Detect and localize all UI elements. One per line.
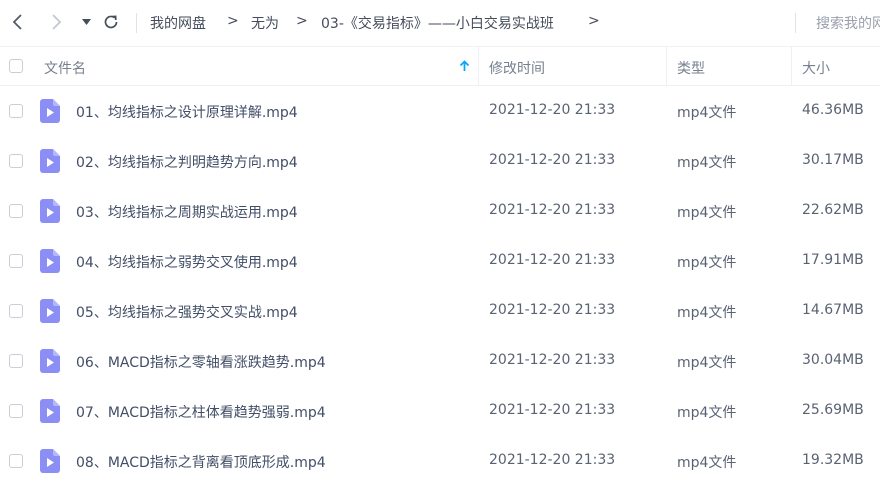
file-modified: 2021-12-20 21:33 (489, 452, 616, 468)
file-size: 22.62MB (802, 202, 864, 218)
column-divider[interactable] (666, 47, 667, 85)
row-checkbox[interactable] (9, 104, 23, 118)
column-divider[interactable] (791, 47, 792, 85)
row-checkbox[interactable] (9, 154, 23, 168)
file-row[interactable]: 03、均线指标之周期实战运用.mp4 2021-12-20 21:33 mp4文… (0, 186, 880, 236)
video-file-icon (40, 199, 60, 223)
file-size: 25.69MB (802, 402, 864, 418)
column-divider[interactable] (478, 47, 479, 85)
file-size: 30.04MB (802, 352, 864, 368)
row-checkbox[interactable] (9, 304, 23, 318)
breadcrumb-item-mydrive[interactable]: 我的网盘 (150, 13, 206, 33)
row-checkbox[interactable] (9, 204, 23, 218)
file-type: mp4文件 (677, 405, 737, 421)
file-modified: 2021-12-20 21:33 (489, 402, 616, 418)
back-button[interactable] (8, 12, 28, 32)
video-file-icon (40, 399, 60, 423)
file-modified: 2021-12-20 21:33 (489, 152, 616, 168)
file-type: mp4文件 (677, 305, 737, 321)
file-row[interactable]: 01、均线指标之设计原理详解.mp4 2021-12-20 21:33 mp4文… (0, 86, 880, 136)
file-list-header: 文件名 修改时间 类型 大小 (0, 46, 880, 86)
file-modified: 2021-12-20 21:33 (489, 202, 616, 218)
file-type: mp4文件 (677, 455, 737, 471)
file-row[interactable]: 04、均线指标之弱势交叉使用.mp4 2021-12-20 21:33 mp4文… (0, 236, 880, 286)
column-header-name[interactable]: 文件名 (44, 58, 86, 78)
breadcrumb-item-wuwei[interactable]: 无为 (251, 13, 279, 33)
row-checkbox[interactable] (9, 254, 23, 268)
chevron-left-icon (12, 14, 22, 30)
file-name[interactable]: 07、MACD指标之柱体看趋势强弱.mp4 (76, 402, 326, 422)
file-size: 46.36MB (802, 102, 864, 118)
breadcrumb-separator: > (296, 13, 308, 29)
file-name[interactable]: 06、MACD指标之零轴看涨跌趋势.mp4 (76, 352, 326, 372)
file-name[interactable]: 03、均线指标之周期实战运用.mp4 (76, 202, 298, 222)
file-size: 30.17MB (802, 152, 864, 168)
file-type: mp4文件 (677, 255, 737, 271)
refresh-icon (104, 15, 118, 29)
file-row[interactable]: 05、均线指标之强势交叉实战.mp4 2021-12-20 21:33 mp4文… (0, 286, 880, 336)
search-input[interactable]: 搜索我的网 (816, 13, 880, 33)
chevron-right-icon (52, 14, 62, 30)
breadcrumb-separator: > (227, 13, 239, 29)
breadcrumb-separator: > (588, 13, 600, 29)
file-type: mp4文件 (677, 205, 737, 221)
row-checkbox[interactable] (9, 454, 23, 468)
history-dropdown[interactable] (79, 14, 93, 30)
toolbar-divider (136, 13, 137, 33)
video-file-icon (40, 249, 60, 273)
row-checkbox[interactable] (9, 404, 23, 418)
file-row[interactable]: 07、MACD指标之柱体看趋势强弱.mp4 2021-12-20 21:33 m… (0, 386, 880, 436)
column-header-type[interactable]: 类型 (677, 58, 705, 78)
file-type: mp4文件 (677, 355, 737, 371)
caret-down-icon (81, 19, 91, 25)
search-divider (795, 13, 796, 33)
row-checkbox[interactable] (9, 354, 23, 368)
file-type: mp4文件 (677, 105, 737, 121)
file-name[interactable]: 04、均线指标之弱势交叉使用.mp4 (76, 252, 298, 272)
file-row[interactable]: 06、MACD指标之零轴看涨跌趋势.mp4 2021-12-20 21:33 m… (0, 336, 880, 386)
forward-button[interactable] (46, 12, 66, 32)
file-name[interactable]: 05、均线指标之强势交叉实战.mp4 (76, 302, 298, 322)
file-type: mp4文件 (677, 155, 737, 171)
file-size: 19.32MB (802, 452, 864, 468)
file-row[interactable]: 02、均线指标之判明趋势方向.mp4 2021-12-20 21:33 mp4文… (0, 136, 880, 186)
file-name[interactable]: 02、均线指标之判明趋势方向.mp4 (76, 152, 298, 172)
file-modified: 2021-12-20 21:33 (489, 352, 616, 368)
video-file-icon (40, 449, 60, 473)
file-size: 17.91MB (802, 252, 864, 268)
refresh-button[interactable] (101, 12, 121, 32)
breadcrumb-item-current-folder[interactable]: 03-《交易指标》——小白交易实战班 (321, 13, 554, 33)
video-file-icon (40, 349, 60, 373)
column-header-modified[interactable]: 修改时间 (489, 58, 545, 78)
column-header-size[interactable]: 大小 (802, 58, 830, 78)
file-name[interactable]: 08、MACD指标之背离看顶底形成.mp4 (76, 452, 326, 472)
video-file-icon (40, 299, 60, 323)
file-modified: 2021-12-20 21:33 (489, 252, 616, 268)
file-name[interactable]: 01、均线指标之设计原理详解.mp4 (76, 102, 298, 122)
file-modified: 2021-12-20 21:33 (489, 302, 616, 318)
arrow-up-icon[interactable] (459, 60, 470, 72)
file-row[interactable]: 08、MACD指标之背离看顶底形成.mp4 2021-12-20 21:33 m… (0, 436, 880, 486)
file-modified: 2021-12-20 21:33 (489, 102, 616, 118)
toolbar: 我的网盘 > 无为 > 03-《交易指标》——小白交易实战班 > 搜索我的网 (0, 0, 880, 44)
video-file-icon (40, 149, 60, 173)
select-all-checkbox[interactable] (9, 59, 23, 73)
video-file-icon (40, 99, 60, 123)
file-size: 14.67MB (802, 302, 864, 318)
